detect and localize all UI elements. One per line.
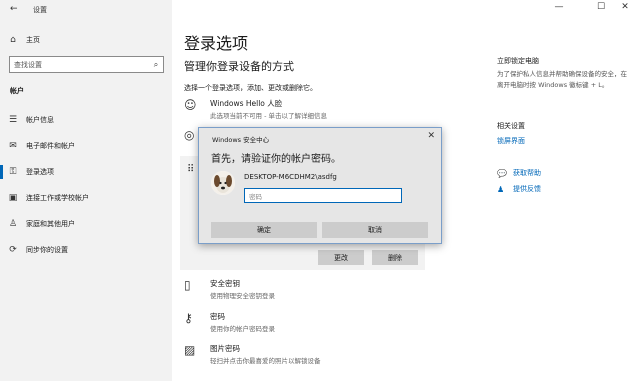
remove-button[interactable]: 删除 bbox=[372, 250, 418, 265]
dialog-heading: 首先，请验证你的帐户密码。 bbox=[211, 154, 341, 165]
related-settings-heading: 相关设置 bbox=[497, 122, 525, 130]
sidebar-item-label: 电子邮件和帐户 bbox=[26, 142, 75, 150]
lock-pc-text: 为了保护私人信息并帮助确保设备的安全，在离开电脑时按 Windows 徽标键 +… bbox=[497, 70, 627, 89]
feedback-person-icon: ♟ bbox=[497, 184, 505, 194]
lock-pc-heading: 立即锁定电脑 bbox=[497, 57, 539, 65]
dog-avatar-icon bbox=[211, 171, 235, 195]
option-security-key[interactable]: ▯ 安全密钥 使用物理安全密钥登录 bbox=[184, 278, 275, 300]
sidebar-item-sign-in-options[interactable]: ⚿ 登录选项 bbox=[0, 162, 172, 182]
minimize-icon[interactable]: — bbox=[546, 2, 572, 12]
usb-key-icon: ▯ bbox=[184, 278, 191, 292]
option-windows-hello-face[interactable]: ☺ Windows Hello 人脸 此选项当前不可用 - 单击以了解详细信息 bbox=[184, 98, 327, 120]
search-icon[interactable]: ⌕ bbox=[149, 60, 163, 70]
mail-icon: ✉ bbox=[9, 141, 17, 151]
instruction-text: 选择一个登录选项，添加、更改或删除它。 bbox=[184, 84, 317, 92]
settings-nav: ← 设置 ⌂ 主页 查找设置 ⌕ 帐户 ☰ 帐户信息 ✉ 电子邮件和帐户 ⚿ 登… bbox=[0, 0, 172, 381]
picture-icon: ▨ bbox=[184, 343, 196, 357]
sidebar-item-label: 同步你的设置 bbox=[26, 246, 68, 254]
sidebar-item-label: 连接工作或学校帐户 bbox=[26, 194, 89, 202]
family-icon: ♙ bbox=[8, 219, 18, 229]
feedback-link[interactable]: 提供反馈 bbox=[513, 184, 541, 194]
person-card-icon: ☰ bbox=[8, 115, 18, 125]
close-icon[interactable]: ✕ bbox=[427, 131, 435, 141]
option-name: 图片密码 bbox=[210, 344, 240, 353]
sidebar-item-family[interactable]: ♙ 家庭和其他用户 bbox=[0, 214, 172, 234]
windows-security-dialog: Windows 安全中心 ✕ 首先，请验证你的帐户密码。 DESKTOP-M6C… bbox=[198, 127, 442, 244]
dialog-title: Windows 安全中心 bbox=[212, 136, 270, 144]
account-username: DESKTOP-M6CDHM2\asdfg bbox=[244, 173, 337, 181]
home-icon: ⌂ bbox=[10, 35, 16, 45]
nav-section-heading: 帐户 bbox=[10, 87, 24, 95]
smiley-face-icon: ☺ bbox=[184, 98, 197, 112]
maximize-icon[interactable]: ☐ bbox=[588, 2, 614, 12]
sidebar-item-label: 登录选项 bbox=[26, 168, 54, 176]
option-password[interactable]: ⚷ 密码 使用你的帐户密码登录 bbox=[184, 311, 275, 333]
option-name: 密码 bbox=[210, 312, 225, 321]
pin-keypad-icon: ⠿ bbox=[187, 164, 195, 175]
nav-home[interactable]: ⌂ 主页 bbox=[0, 30, 172, 50]
help-chat-icon: 💬 bbox=[497, 168, 507, 178]
search-placeholder: 查找设置 bbox=[14, 60, 42, 69]
right-column: 立即锁定电脑 为了保护私人信息并帮助确保设备的安全，在离开电脑时按 Window… bbox=[497, 56, 632, 194]
window-title: 设置 bbox=[33, 6, 47, 14]
option-name: Windows Hello 人脸 bbox=[210, 99, 283, 108]
key-icon: ⚿ bbox=[9, 167, 17, 177]
feedback-row[interactable]: ♟ 提供反馈 bbox=[497, 184, 632, 194]
sync-icon: ⟳ bbox=[9, 245, 17, 255]
cancel-button[interactable]: 取消 bbox=[322, 222, 428, 238]
briefcase-icon: ▣ bbox=[8, 193, 18, 203]
page-title: 登录选项 bbox=[184, 34, 249, 53]
lock-screen-link[interactable]: 锁屏界面 bbox=[497, 136, 632, 146]
page-subtitle: 管理你登录设备的方式 bbox=[184, 60, 294, 73]
sidebar-item-account-info[interactable]: ☰ 帐户信息 bbox=[0, 110, 172, 130]
get-help-link[interactable]: 获取帮助 bbox=[513, 168, 541, 178]
ok-button[interactable]: 确定 bbox=[211, 222, 317, 238]
sidebar-item-label: 家庭和其他用户 bbox=[26, 220, 75, 228]
password-field[interactable]: 密码 bbox=[244, 188, 402, 203]
close-window-icon[interactable]: ✕ bbox=[612, 2, 638, 12]
sidebar-item-work-school[interactable]: ▣ 连接工作或学校帐户 bbox=[0, 188, 172, 208]
sidebar-item-label: 帐户信息 bbox=[26, 116, 54, 124]
search-input[interactable]: 查找设置 ⌕ bbox=[9, 56, 164, 73]
get-help-row[interactable]: 💬 获取帮助 bbox=[497, 168, 632, 178]
option-desc: 使用你的帐户密码登录 bbox=[210, 325, 275, 333]
password-placeholder: 密码 bbox=[249, 192, 262, 201]
option-desc: 轻扫并点击你最喜爱的照片以解锁设备 bbox=[210, 357, 321, 365]
sidebar-item-sync[interactable]: ⟳ 同步你的设置 bbox=[0, 240, 172, 260]
option-desc: 此选项当前不可用 - 单击以了解详细信息 bbox=[210, 112, 327, 120]
avatar bbox=[211, 171, 235, 195]
back-arrow-icon[interactable]: ← bbox=[10, 4, 18, 14]
option-picture-password[interactable]: ▨ 图片密码 轻扫并点击你最喜爱的照片以解锁设备 bbox=[184, 343, 321, 365]
sidebar-item-email[interactable]: ✉ 电子邮件和帐户 bbox=[0, 136, 172, 156]
nav-home-label: 主页 bbox=[26, 36, 40, 44]
key-icon: ⚷ bbox=[184, 311, 193, 325]
option-name: 安全密钥 bbox=[210, 279, 240, 288]
change-button[interactable]: 更改 bbox=[318, 250, 364, 265]
option-desc: 使用物理安全密钥登录 bbox=[210, 292, 275, 300]
